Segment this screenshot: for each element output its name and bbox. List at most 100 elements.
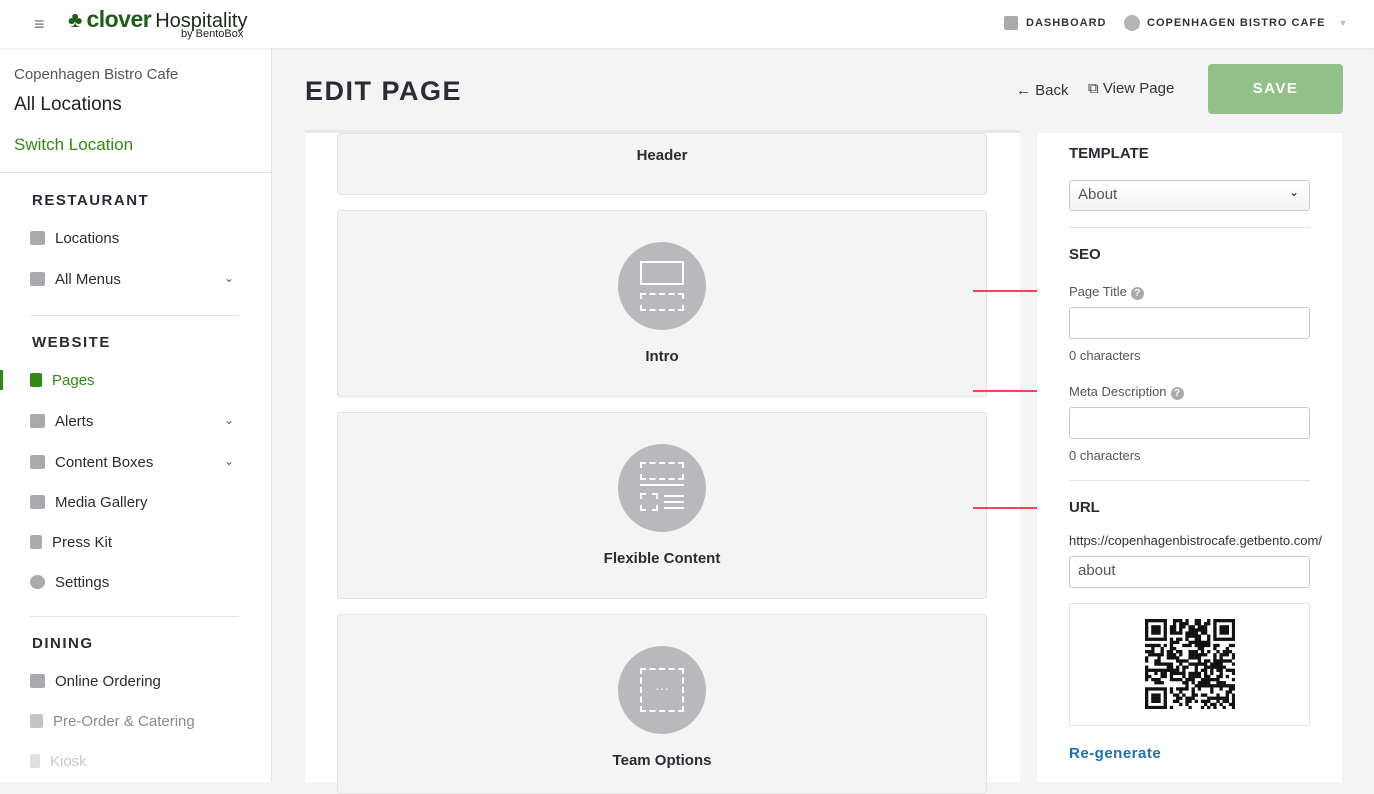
- top-bar: ≡ ♣ clover Hospitality by BentoBox DASHB…: [0, 0, 1374, 48]
- external-link-icon: ⧉: [1088, 80, 1099, 97]
- seo-heading: SEO: [1069, 246, 1101, 263]
- chevron-down-icon[interactable]: ⌄: [224, 271, 234, 285]
- divider: [0, 172, 271, 173]
- divider: [1069, 480, 1310, 481]
- sidebar: Copenhagen Bistro Cafe All Locations Swi…: [0, 48, 272, 782]
- label: Media Gallery: [55, 493, 148, 511]
- section-label: Header: [636, 147, 688, 164]
- dashboard-label: DASHBOARD: [1026, 17, 1107, 29]
- gear-icon: [30, 575, 45, 589]
- logo-sub: by BentoBox: [181, 28, 244, 40]
- url-heading: URL: [1069, 499, 1100, 516]
- back-link[interactable]: ← Back: [1016, 82, 1069, 99]
- template-label: TEMPLATE: [1069, 145, 1149, 162]
- page-title: EDIT PAGE: [305, 76, 463, 106]
- page-icon: [30, 373, 42, 387]
- help-icon[interactable]: ?: [1130, 287, 1144, 300]
- sidebar-item-content-boxes[interactable]: Content Boxes: [30, 451, 153, 473]
- grid-icon: [30, 455, 45, 469]
- sidebar-item-preorder[interactable]: Pre-Order & Catering: [30, 710, 195, 732]
- chevron-down-icon[interactable]: ⌄: [224, 413, 234, 427]
- help-icon[interactable]: ?: [1170, 387, 1184, 400]
- meta-description-input[interactable]: [1069, 407, 1310, 439]
- active-indicator: [0, 370, 3, 390]
- qr-code: [1145, 619, 1235, 709]
- label: Pre-Order & Catering: [53, 712, 195, 730]
- page-title-input[interactable]: [1069, 307, 1310, 339]
- caret-down-icon: ▼: [1338, 18, 1348, 28]
- section-label: Team Options: [612, 752, 712, 769]
- page-title-label: Page Title?: [1069, 284, 1144, 300]
- template-value: About: [1078, 186, 1118, 203]
- label: All Menus: [55, 270, 121, 288]
- label: Kiosk: [50, 752, 87, 770]
- all-locations[interactable]: All Locations: [14, 94, 122, 116]
- placeholder-icon: ···: [618, 646, 706, 734]
- current-location: Copenhagen Bistro Cafe: [14, 66, 179, 83]
- section-dining: DINING: [32, 635, 94, 652]
- view-page-label: View Page: [1102, 80, 1175, 97]
- label: Content Boxes: [55, 453, 154, 471]
- section-flexible-content[interactable]: Flexible Content: [337, 412, 987, 599]
- label: Meta Description: [1069, 384, 1167, 399]
- tablet-icon: [30, 754, 40, 768]
- qr-code-box: [1069, 603, 1310, 726]
- chevron-down-icon[interactable]: ⌄: [224, 454, 234, 468]
- chevron-down-icon: ⌄: [1288, 185, 1299, 199]
- settings-panel: TEMPLATE About ⌄ SEO Page Title? 0 charac…: [1037, 133, 1342, 782]
- label: Press Kit: [52, 533, 113, 551]
- utensils-icon: [30, 714, 43, 728]
- label: Locations: [55, 229, 120, 247]
- arrow-left-icon: ←: [1016, 82, 1031, 99]
- sidebar-item-settings[interactable]: Settings: [30, 571, 109, 593]
- section-label: Flexible Content: [603, 550, 721, 567]
- account-label: COPENHAGEN BISTRO CAFE: [1147, 17, 1326, 29]
- meta-description-count: 0 characters: [1069, 448, 1141, 463]
- sidebar-item-all-menus[interactable]: All Menus: [30, 268, 121, 290]
- divider: [30, 315, 239, 316]
- meta-description-label: Meta Description?: [1069, 384, 1184, 400]
- label: Online Ordering: [55, 672, 161, 690]
- clover-icon: ♣: [68, 7, 83, 32]
- sidebar-item-media-gallery[interactable]: Media Gallery: [30, 491, 148, 513]
- section-website: WEBSITE: [32, 334, 111, 351]
- regenerate-link[interactable]: Re-generate: [1069, 745, 1161, 762]
- image-icon: [30, 495, 45, 509]
- sidebar-item-locations[interactable]: Locations: [30, 227, 119, 249]
- sidebar-item-kiosk[interactable]: Kiosk: [30, 750, 87, 772]
- chart-icon: [1004, 16, 1018, 30]
- dashboard-link[interactable]: DASHBOARD: [1004, 16, 1107, 30]
- view-page-link[interactable]: ⧉ View Page: [1088, 80, 1174, 97]
- account-menu[interactable]: COPENHAGEN BISTRO CAFE ▼: [1124, 15, 1347, 31]
- alert-icon: [30, 414, 45, 428]
- sidebar-item-pages[interactable]: Pages: [30, 369, 95, 391]
- sidebar-item-alerts[interactable]: Alerts: [30, 410, 93, 432]
- section-header[interactable]: Header: [337, 133, 987, 195]
- label: Pages: [52, 371, 95, 389]
- switch-location-link[interactable]: Switch Location: [14, 135, 133, 155]
- layout-icon: [618, 444, 706, 532]
- label: Alerts: [55, 412, 94, 430]
- url-slug-value: about: [1078, 562, 1116, 579]
- menu-collapse-icon[interactable]: ≡: [34, 14, 45, 35]
- label: Settings: [55, 573, 110, 591]
- document-icon: [30, 535, 42, 549]
- url-slug-input[interactable]: about: [1069, 556, 1310, 588]
- divider: [1069, 227, 1310, 228]
- url-prefix: https://copenhagenbistrocafe.getbento.co…: [1069, 533, 1322, 548]
- page-title-count: 0 characters: [1069, 348, 1141, 363]
- label: Page Title: [1069, 284, 1127, 299]
- menu-book-icon: [30, 272, 45, 286]
- sidebar-item-online-ordering[interactable]: Online Ordering: [30, 670, 161, 692]
- logo-word: clover: [86, 6, 152, 32]
- divider: [30, 616, 239, 617]
- image-text-icon: [618, 242, 706, 330]
- section-intro[interactable]: Intro: [337, 210, 987, 397]
- bag-icon: [30, 674, 45, 688]
- store-icon: [30, 231, 45, 245]
- template-select[interactable]: About ⌄: [1069, 180, 1310, 211]
- sidebar-item-press-kit[interactable]: Press Kit: [30, 531, 112, 553]
- save-button[interactable]: SAVE: [1208, 64, 1343, 114]
- section-team-options[interactable]: ··· Team Options: [337, 614, 987, 794]
- back-label: Back: [1035, 82, 1069, 99]
